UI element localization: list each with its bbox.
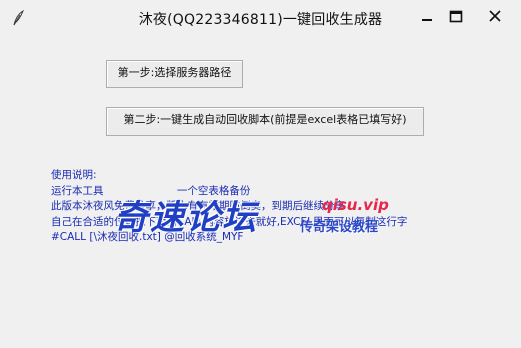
- minimize-icon: [422, 19, 432, 21]
- close-button[interactable]: [474, 6, 516, 28]
- generate-script-button[interactable]: 第二步:一键生成自动回收脚本(前提是excel表格已填写好): [106, 107, 424, 136]
- minimize-button[interactable]: [414, 6, 440, 28]
- title-bar[interactable]: 沐夜(QQ223346811)一键回收生成器: [0, 0, 521, 36]
- watermark-logo-text: 奇速论坛: [114, 198, 258, 238]
- maximize-button[interactable]: [443, 6, 469, 28]
- close-icon: [489, 10, 501, 22]
- app-window: 沐夜(QQ223346811)一键回收生成器 第一步:选择服务器路径 第二步:一…: [0, 0, 521, 348]
- instructions-heading: 使用说明:: [51, 169, 97, 181]
- client-area: 第一步:选择服务器路径 第二步:一键生成自动回收脚本(前提是excel表格已填写…: [6, 36, 515, 342]
- select-server-path-button[interactable]: 第一步:选择服务器路径: [106, 60, 243, 88]
- maximize-icon: [449, 10, 463, 23]
- watermark-slogan: 传奇架设教程: [300, 220, 379, 235]
- watermark-site: qisu.vip: [322, 196, 389, 214]
